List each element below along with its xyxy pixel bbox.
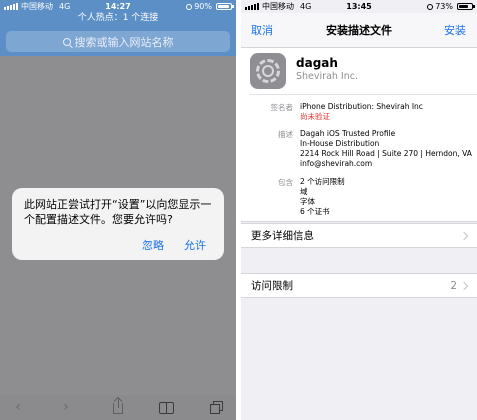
status-right: 73% — [427, 0, 475, 13]
contains-label: 包含 — [278, 178, 293, 187]
forward-icon[interactable]: › — [54, 395, 78, 420]
profile-name: dagah — [296, 56, 338, 70]
contains-line: 6 个证书 — [300, 207, 330, 216]
location-icon — [427, 3, 434, 10]
search-icon — [62, 37, 71, 46]
chevron-right-icon — [459, 281, 469, 291]
battery-icon — [457, 3, 475, 10]
contains-value: 2 个访问限制 域 字体 6 个证书 — [300, 177, 345, 217]
restrictions-label: 访问限制 — [251, 280, 293, 292]
safari-toolbar: ‹ › — [0, 395, 236, 420]
ignore-button[interactable]: 忽略 — [142, 237, 164, 253]
bookmarks-icon[interactable] — [155, 395, 179, 420]
open-settings-alert: 此网站正尝试打开“设置”以向您显示一个配置描述文件。您要允许吗? 忽略 允许 — [12, 188, 224, 260]
battery-percent: 73% — [435, 2, 453, 11]
description-label: 描述 — [278, 130, 293, 139]
share-icon[interactable] — [106, 395, 130, 420]
tabs-icon[interactable] — [205, 395, 229, 420]
search-placeholder: 搜索或输入网站名称 — [74, 35, 174, 49]
contains-line: 域 — [300, 187, 308, 196]
signer-name: iPhone Distribution: Shevirah Inc — [300, 102, 423, 111]
safari-top-bar: 中国移动 4G 14:27 90% 个人热点：1 个连接 搜索或输入网站名称 — [0, 0, 236, 56]
description-line: Dagah iOS Trusted Profile — [300, 129, 396, 138]
divider — [250, 94, 477, 95]
signed-by-label: 签名者 — [270, 103, 294, 112]
description-line: In-House Distribution — [300, 139, 380, 148]
contains-line: 字体 — [300, 197, 315, 206]
battery-icon — [216, 3, 234, 10]
profile-card: dagah Shevirah Inc. 签名者 iPhone Distribut… — [241, 48, 477, 222]
search-address-bar[interactable]: 搜索或输入网站名称 — [6, 31, 230, 52]
status-bar: 中国移动 4G 13:45 73% — [241, 0, 477, 13]
chevron-right-icon — [459, 231, 469, 241]
allow-button[interactable]: 允许 — [184, 237, 206, 253]
more-details-label: 更多详细信息 — [251, 230, 314, 242]
settings-icon — [250, 53, 286, 89]
not-verified-badge: 尚未验证 — [300, 112, 330, 121]
location-icon — [186, 3, 193, 10]
page-title: 安装描述文件 — [326, 24, 392, 37]
description-line: 2214 Rock Hill Road | Suite 270 | Herndo… — [300, 149, 472, 158]
more-details-row[interactable]: 更多详细信息 — [241, 223, 477, 248]
signed-by-value: iPhone Distribution: Shevirah Inc 尚未验证 — [300, 102, 423, 122]
install-profile-screen: 中国移动 4G 13:45 73% 取消 安装描述文件 安装 dagah She… — [241, 0, 477, 420]
safari-screen: 中国移动 4G 14:27 90% 个人热点：1 个连接 搜索或输入网站名称 此… — [0, 0, 236, 420]
restrictions-row[interactable]: 访问限制 2 — [241, 273, 477, 298]
navigation-bar: 取消 安装描述文件 安装 — [241, 13, 477, 48]
hotspot-banner[interactable]: 个人热点：1 个连接 — [0, 12, 236, 24]
description-value: Dagah iOS Trusted Profile In-House Distr… — [300, 129, 472, 169]
cancel-button[interactable]: 取消 — [251, 13, 273, 48]
contains-line: 2 个访问限制 — [300, 177, 345, 186]
back-icon[interactable]: ‹ — [6, 395, 30, 420]
restrictions-count: 2 — [450, 280, 457, 292]
install-button[interactable]: 安装 — [444, 13, 466, 48]
description-line: info@shevirah.com — [300, 159, 373, 168]
alert-message: 此网站正尝试打开“设置”以向您显示一个配置描述文件。您要允许吗? — [24, 198, 212, 226]
profile-organization: Shevirah Inc. — [296, 71, 358, 82]
